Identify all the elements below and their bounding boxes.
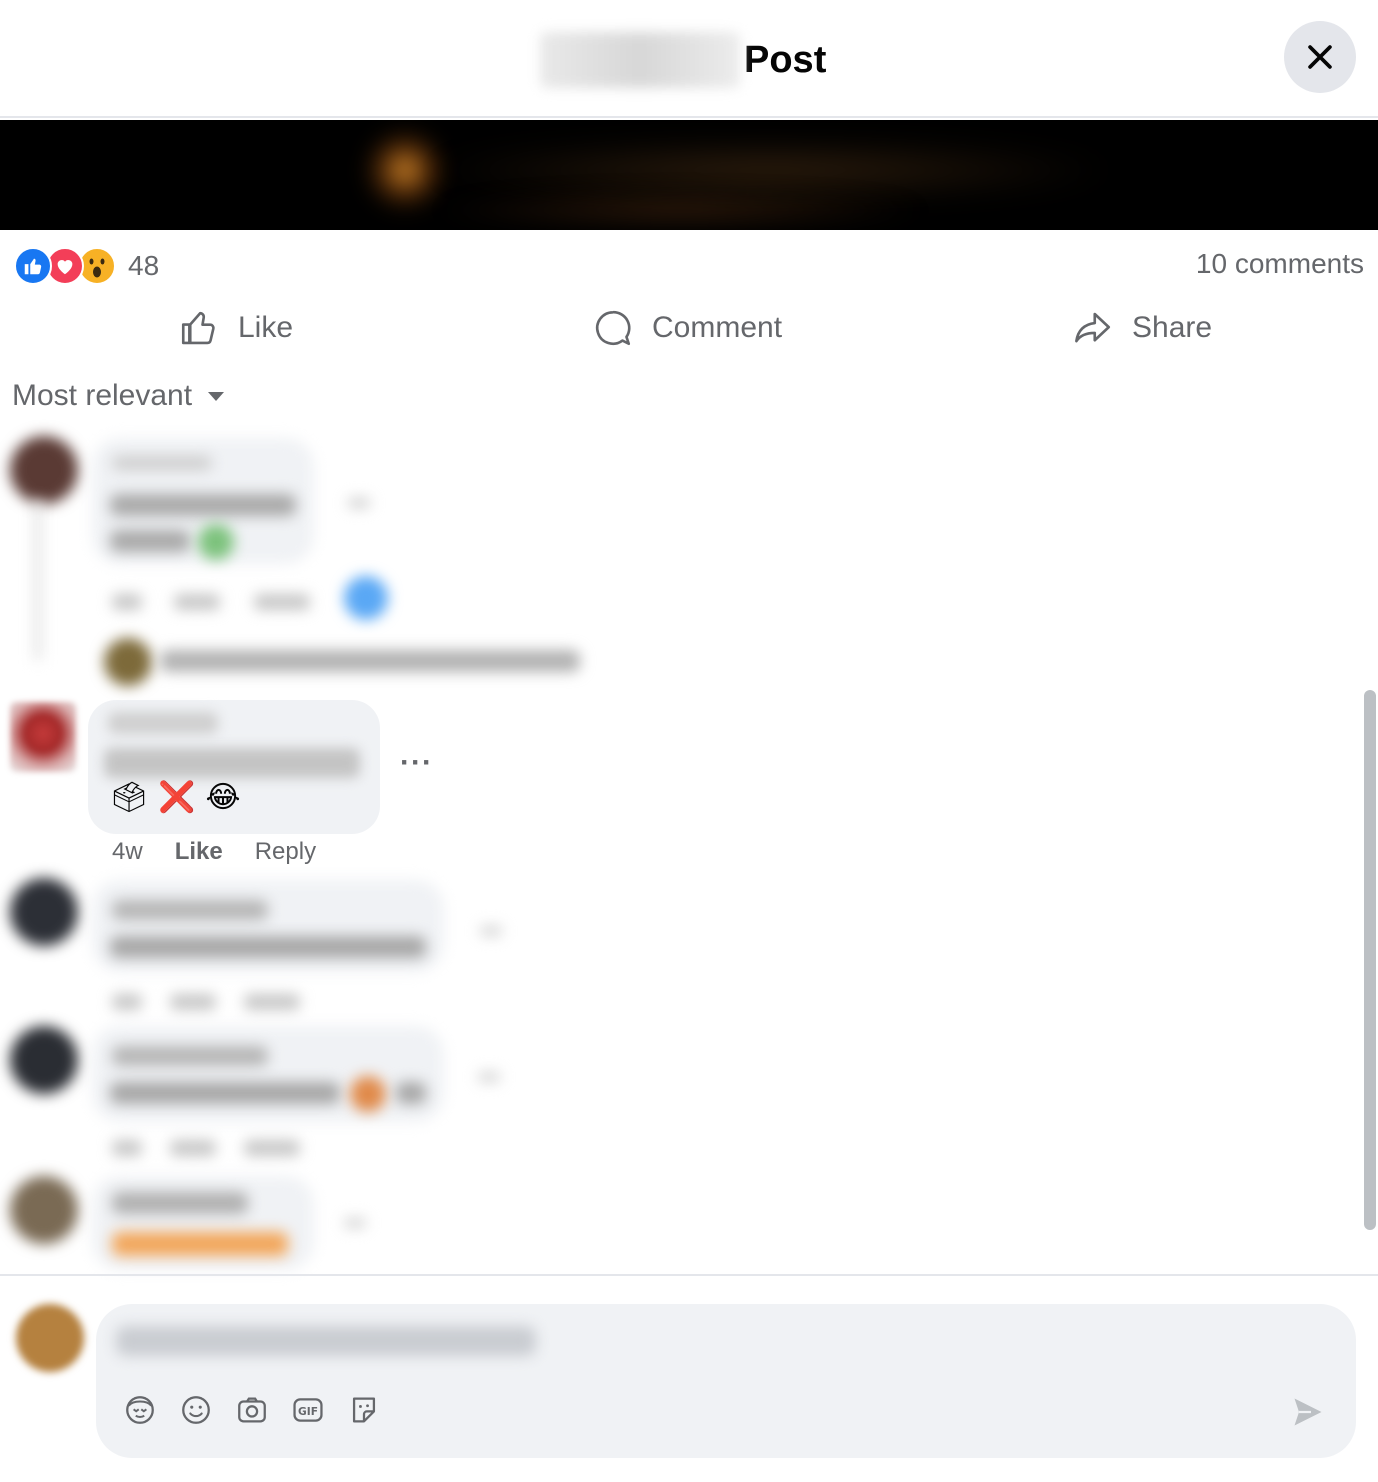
svg-text:GIF: GIF [298, 1405, 318, 1418]
send-comment-button[interactable] [1290, 1394, 1326, 1430]
dialog-title: Post [540, 28, 826, 92]
comment-bubble [92, 880, 444, 972]
photo-button[interactable] [234, 1392, 270, 1428]
comment-input-redacted[interactable] [116, 1326, 536, 1356]
comment-more-options-button[interactable]: ··· [400, 746, 433, 780]
sort-label: Most relevant [12, 379, 193, 412]
author-name-redacted [540, 32, 740, 88]
sticker-icon [352, 1397, 376, 1423]
comment-reply-button[interactable]: Reply [255, 838, 316, 866]
comment-bubble [92, 1026, 444, 1122]
gif-button[interactable]: GIF [290, 1392, 326, 1428]
share-arrow-icon [1075, 312, 1111, 343]
avatar[interactable] [10, 702, 76, 772]
share-button[interactable]: Share [1072, 298, 1212, 358]
comment-label: Comment [652, 311, 783, 344]
caret-down-icon [208, 392, 225, 401]
cross-mark-emoji: ❌ [158, 781, 196, 814]
reaction-count: 48 [128, 250, 160, 281]
comment-emojis: 🗳 ❌ 😂 [110, 780, 241, 815]
comment-like-button[interactable]: Like [175, 838, 223, 866]
comment-text-redacted [104, 748, 360, 778]
ballot-box-emoji: 🗳 [110, 781, 149, 814]
current-user-avatar [16, 1304, 84, 1372]
emoji-icon [182, 1396, 210, 1424]
avatar[interactable] [10, 1176, 78, 1244]
composer-divider [0, 1274, 1378, 1276]
comment-button[interactable]: Comment [592, 298, 782, 358]
title-text: Post [744, 38, 827, 81]
like-label: Like [238, 311, 294, 344]
send-icon [1294, 1398, 1322, 1426]
comment-meta: 4w Like Reply [112, 838, 316, 866]
close-button[interactable] [1284, 21, 1356, 93]
laughing-tears-emoji: 😂 [205, 781, 241, 814]
like-reaction-icon [14, 247, 52, 285]
dialog-header: Post [0, 0, 1378, 118]
avatar[interactable] [10, 436, 78, 504]
avatar[interactable] [10, 1026, 78, 1094]
post-media[interactable] [0, 120, 1378, 230]
action-bar: Like Comment Share [0, 298, 1378, 358]
camera-icon [238, 1397, 266, 1423]
comment-sort-dropdown[interactable]: Most relevant [12, 376, 226, 416]
thumbs-up-icon [181, 311, 215, 345]
avatar[interactable] [10, 878, 78, 946]
like-button[interactable]: Like [178, 298, 293, 358]
avatar-sticker-icon [126, 1396, 154, 1424]
avatar-sticker-button[interactable] [122, 1392, 158, 1428]
sticker-button[interactable] [346, 1392, 382, 1428]
reaction-summary[interactable]: 48 [14, 246, 159, 286]
commenter-name-redacted[interactable] [108, 712, 218, 734]
emoji-button[interactable] [178, 1392, 214, 1428]
comment-bubble-icon [595, 310, 631, 346]
comments-scrollbar[interactable] [1364, 690, 1376, 1230]
comments-count-link[interactable]: 10 comments [1196, 248, 1364, 280]
composer-toolbar: GIF [122, 1392, 382, 1428]
comment-timestamp[interactable]: 4w [112, 838, 143, 866]
close-icon [1308, 45, 1332, 69]
gif-icon: GIF [293, 1398, 323, 1422]
share-label: Share [1132, 311, 1213, 344]
